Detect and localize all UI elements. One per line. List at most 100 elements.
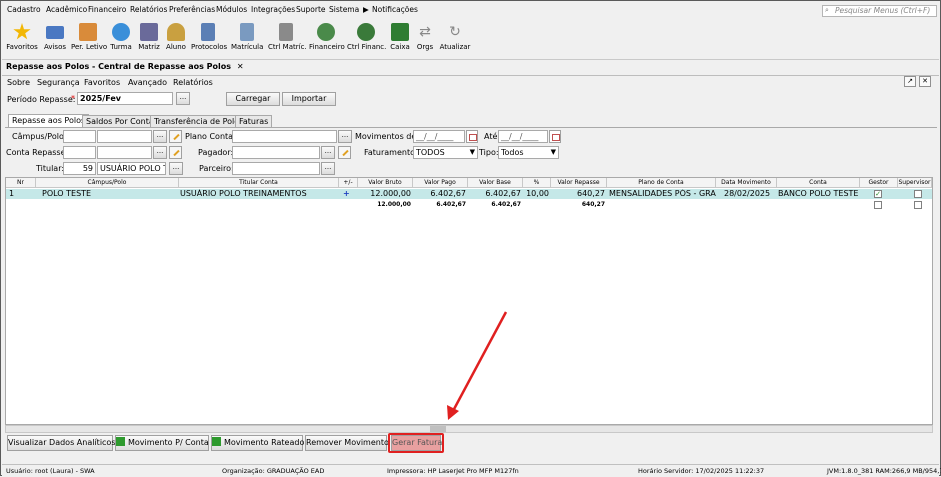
toolbar-matricula[interactable]: Matrícula: [231, 23, 263, 55]
cell-campus: POLO TESTE: [42, 189, 92, 198]
titular-browse-button[interactable]: ...: [169, 162, 183, 175]
submenu-relatorios[interactable]: Relatórios: [173, 78, 213, 87]
header-percent[interactable]: %: [523, 178, 551, 188]
calendar-icon[interactable]: [466, 130, 478, 143]
movimento-rateado-button[interactable]: Movimento Rateado: [211, 435, 304, 451]
cell-sign: +: [343, 189, 350, 198]
menu-suporte[interactable]: Suporte: [296, 5, 326, 14]
menu-cadastro[interactable]: Cadastro: [7, 5, 41, 14]
detach-icon[interactable]: ↗: [904, 76, 916, 87]
pagador-browse-button[interactable]: ...: [321, 146, 335, 159]
periodo-browse-button[interactable]: ...: [176, 92, 190, 105]
gestor-checkbox[interactable]: ✓: [874, 190, 882, 198]
toolbar-ctrl-matric[interactable]: Ctrl Matríc.: [268, 23, 307, 55]
plano-conta-browse-button[interactable]: ...: [338, 130, 352, 143]
pagador-edit-icon[interactable]: [338, 146, 351, 159]
campus-edit-icon[interactable]: [169, 130, 182, 143]
tab-saldos-conta[interactable]: Saldos Por Conta: [82, 115, 158, 127]
faturamento-select[interactable]: TODOS ▼: [413, 146, 478, 159]
conta-repasse-browse-button[interactable]: ...: [153, 146, 167, 159]
submenu-favoritos[interactable]: Favoritos: [84, 78, 120, 87]
toolbar-atualizar[interactable]: ↻ Atualizar: [439, 23, 471, 55]
menu-relatorios[interactable]: Relatórios: [130, 5, 167, 14]
menu-modulos[interactable]: Módulos: [216, 5, 247, 14]
carregar-button[interactable]: Carregar: [226, 92, 280, 106]
menu-search-input[interactable]: Pesquisar Menus (Ctrl+F): [822, 5, 937, 17]
supervisor-total-checkbox[interactable]: [914, 201, 922, 209]
close-window-icon[interactable]: ✕: [919, 76, 931, 87]
conta-repasse-name-input[interactable]: [97, 146, 152, 159]
menu-notificacoes[interactable]: Notificações: [372, 5, 418, 14]
submenu-avancado[interactable]: Avançado: [128, 78, 167, 87]
toolbar-ctrl-financ[interactable]: Ctrl Financ.: [347, 23, 386, 55]
toolbar-separator: [2, 59, 939, 60]
pagador-label: Pagador:: [198, 148, 234, 157]
table-row[interactable]: 1 POLO TESTE USUÁRIO POLO TREINAMENTOS +…: [6, 189, 932, 199]
menu-preferencias[interactable]: Preferências: [169, 5, 215, 14]
header-valor-bruto[interactable]: Valor Bruto: [358, 178, 413, 188]
campus-browse-button[interactable]: ...: [153, 130, 167, 143]
header-titular[interactable]: Titular Conta: [179, 178, 339, 188]
menu-financeiro[interactable]: Financeiro: [88, 5, 126, 14]
header-valor-base[interactable]: Valor Base: [468, 178, 523, 188]
horizontal-scrollbar[interactable]: [5, 425, 933, 433]
tab-faturas[interactable]: Faturas: [235, 115, 273, 127]
visualizar-dados-button[interactable]: Visualizar Dados Analíticos: [7, 435, 116, 451]
supervisor-checkbox[interactable]: [914, 190, 922, 198]
document-tab[interactable]: Repasse aos Polos - Central de Repasse a…: [6, 62, 244, 76]
gestor-total-checkbox[interactable]: [874, 201, 882, 209]
conta-repasse-code-input[interactable]: [63, 146, 96, 159]
toolbar-aluno[interactable]: Aluno: [164, 23, 188, 55]
parceiro-browse-button[interactable]: ...: [321, 162, 335, 175]
toolbar-financeiro[interactable]: Financeiro: [309, 23, 345, 55]
periodo-input[interactable]: 2025/Fev: [77, 92, 173, 105]
enrollment-icon: [240, 23, 254, 41]
menu-academico[interactable]: Acadêmico: [46, 5, 87, 14]
movimentos-from-input[interactable]: __/__/____: [413, 130, 465, 143]
swap-icon: ⇄: [419, 24, 431, 40]
campus-code-input[interactable]: [63, 130, 96, 143]
importar-button[interactable]: Importar: [282, 92, 336, 106]
remover-movimento-button[interactable]: Remover Movimento: [305, 435, 389, 451]
header-gestor[interactable]: Gestor: [860, 178, 898, 188]
close-tab-icon[interactable]: ✕: [237, 62, 244, 71]
toolbar-orgs[interactable]: ⇄ Orgs: [415, 23, 435, 55]
tipo-select[interactable]: Todos ▼: [498, 146, 559, 159]
header-nr[interactable]: Nr: [6, 178, 36, 188]
tab-transferencia-polo[interactable]: Transferência de Polo: [150, 115, 244, 127]
toolbar-matriz[interactable]: Matriz: [137, 23, 161, 55]
gerar-fatura-button[interactable]: Gerar Fatura: [391, 435, 442, 451]
header-conta[interactable]: Conta: [777, 178, 860, 188]
header-plano-conta[interactable]: Plano de Conta: [607, 178, 716, 188]
scrollbar-thumb[interactable]: [430, 426, 446, 432]
toolbar-turma[interactable]: Turma: [109, 23, 133, 55]
titular-name-input[interactable]: USUÁRIO POLO TR: [97, 162, 166, 175]
campus-name-input[interactable]: [97, 130, 152, 143]
submenu-seguranca[interactable]: Segurança: [37, 78, 80, 87]
header-campus[interactable]: Câmpus/Polo: [36, 178, 179, 188]
header-valor-pago[interactable]: Valor Pago: [413, 178, 468, 188]
menu-sistema[interactable]: Sistema: [329, 5, 359, 14]
toolbar-protocolos[interactable]: Protocolos: [191, 23, 227, 55]
plano-conta-input[interactable]: [232, 130, 337, 143]
toolbar-avisos[interactable]: Avisos: [43, 23, 67, 55]
tab-repasse-polos[interactable]: Repasse aos Polos: [8, 114, 90, 127]
toolbar-per-letivo[interactable]: Per. Letivo: [71, 23, 107, 55]
toolbar-caixa[interactable]: Caixa: [389, 23, 411, 55]
conta-repasse-edit-icon[interactable]: [169, 146, 182, 159]
header-sign[interactable]: +/-: [339, 178, 358, 188]
menu-integracoes[interactable]: Integrações: [251, 5, 295, 14]
submenu-sobre[interactable]: Sobre: [7, 78, 30, 87]
calendar-icon[interactable]: [549, 130, 561, 143]
parceiro-input[interactable]: [232, 162, 320, 175]
periodo-label: Período Repasse:: [7, 95, 76, 104]
ate-input[interactable]: __/__/____: [498, 130, 548, 143]
header-valor-repasse[interactable]: Valor Repasse: [551, 178, 607, 188]
toolbar-favoritos[interactable]: Favoritos: [6, 23, 38, 55]
header-supervisor[interactable]: Supervisor: [898, 178, 932, 188]
movimento-conta-button[interactable]: Movimento P/ Conta: [115, 435, 209, 451]
pagador-input[interactable]: [232, 146, 320, 159]
cell-data-movimento: 28/02/2025: [724, 189, 771, 198]
header-data-movimento[interactable]: Data Movimento: [716, 178, 777, 188]
titular-code-input[interactable]: 59: [63, 162, 96, 175]
